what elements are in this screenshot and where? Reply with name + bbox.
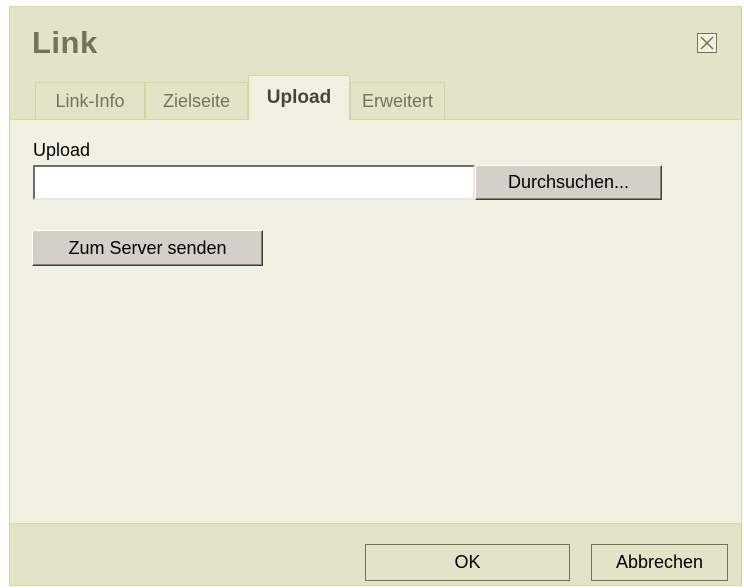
upload-file-input[interactable] (33, 165, 475, 200)
send-to-server-button[interactable]: Zum Server senden (32, 230, 263, 266)
ok-button[interactable]: OK (365, 544, 570, 581)
close-icon[interactable] (697, 33, 717, 53)
dialog-title: Link (32, 25, 98, 60)
tab-upload[interactable]: Upload (248, 75, 350, 120)
dialog-footer: OK Abbrechen (10, 523, 741, 585)
tab-erweitert[interactable]: Erweitert (350, 82, 445, 119)
link-dialog: Link Link-Info Zielseite Upload Erweiter… (9, 6, 742, 586)
tab-zielseite[interactable]: Zielseite (145, 82, 248, 119)
tab-link-info[interactable]: Link-Info (35, 82, 145, 119)
upload-label: Upload (33, 140, 91, 160)
dialog-header: Link Link-Info Zielseite Upload Erweiter… (10, 7, 741, 120)
cancel-button[interactable]: Abbrechen (591, 544, 728, 581)
browse-button[interactable]: Durchsuchen... (475, 165, 662, 200)
